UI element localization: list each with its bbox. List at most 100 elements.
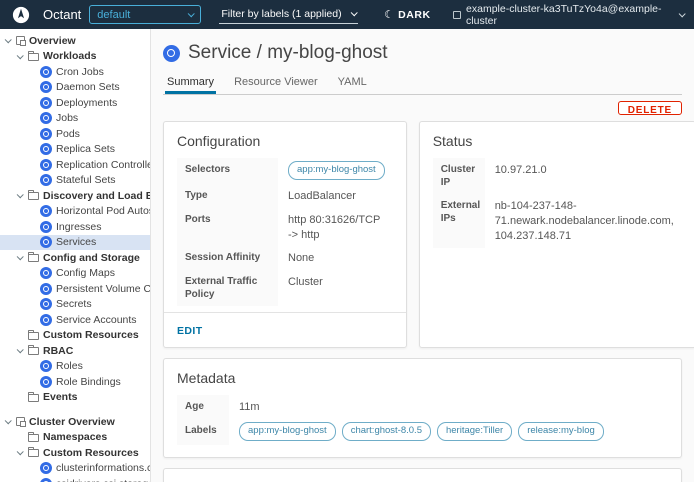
namespace-select[interactable]: default xyxy=(89,5,201,24)
sidebar-item-label: Replication Controllers xyxy=(56,159,150,171)
field-value: Cluster xyxy=(278,270,393,294)
tab-resource-viewer[interactable]: Resource Viewer xyxy=(232,74,320,94)
sidebar-item-service-accounts[interactable]: Service Accounts xyxy=(0,312,150,328)
label-filter-input[interactable]: Filter by labels (1 applied) xyxy=(219,6,358,24)
sidebar-item-roles[interactable]: Roles xyxy=(0,359,150,375)
k8s-resource-icon xyxy=(40,81,52,93)
k8s-resource-icon xyxy=(40,128,52,140)
sidebar-item-role-bindings[interactable]: Role Bindings xyxy=(0,374,150,390)
sidebar-item-stateful-sets[interactable]: Stateful Sets xyxy=(0,173,150,189)
status-card-title: Status xyxy=(420,122,694,158)
sidebar-item-replica-sets[interactable]: Replica Sets xyxy=(0,142,150,158)
sidebar-item-events[interactable]: Events xyxy=(0,390,150,406)
edit-link[interactable]: EDIT xyxy=(177,325,203,337)
k8s-resource-icon xyxy=(40,143,52,155)
status-card: Status Cluster IP10.97.21.0External IPsn… xyxy=(419,121,694,348)
field-label: External IPs xyxy=(433,194,485,248)
main-content: Service / my-blog-ghost SummaryResource … xyxy=(151,29,694,482)
service-resource-icon xyxy=(163,45,180,62)
theme-toggle-button[interactable]: ☾ DARK xyxy=(384,8,430,21)
sidebar-item-custom-resources[interactable]: Custom Resources xyxy=(0,445,150,461)
sidebar-item-csidrivers-csi-storage-k8s-io[interactable]: csidrivers.csi.storage.k8s.io xyxy=(0,476,150,482)
k8s-resource-icon xyxy=(40,283,52,295)
folder-icon xyxy=(28,449,39,457)
namespace-select-value: default xyxy=(97,9,130,21)
sidebar-item-workloads[interactable]: Workloads xyxy=(0,49,150,65)
configuration-kv-table: Selectorsapp:my-blog-ghostTypeLoadBalanc… xyxy=(177,158,393,306)
chevron-down-icon xyxy=(17,52,24,59)
moon-icon: ☾ xyxy=(384,8,394,21)
cluster-context-label: example-cluster-ka3TuTzYo4a@example-clus… xyxy=(466,3,674,27)
sidebar-item-daemon-sets[interactable]: Daemon Sets xyxy=(0,80,150,96)
field-label: Cluster IP xyxy=(433,158,485,194)
sidebar-item-clusterinformations-crd-projec[interactable]: clusterinformations.crd.projec xyxy=(0,461,150,477)
label-chip[interactable]: release:my-blog xyxy=(518,422,604,441)
chevron-down-icon xyxy=(188,10,195,17)
sidebar-item-cluster-overview[interactable]: Cluster Overview xyxy=(0,414,150,430)
sidebar-item-label: Namespaces xyxy=(43,431,107,443)
sidebar-item-ingresses[interactable]: Ingresses xyxy=(0,219,150,235)
label-chip[interactable]: heritage:Tiller xyxy=(437,422,512,441)
sidebar-item-label: Config and Storage xyxy=(43,252,140,264)
field-label: Ports xyxy=(177,208,278,247)
k8s-resource-icon xyxy=(40,66,52,78)
sidebar-item-discovery-and-load-balancing[interactable]: Discovery and Load Balancing xyxy=(0,188,150,204)
folder-icon xyxy=(28,254,39,262)
field-value: app:my-blog-ghost chart:ghost-8.0.5 herita… xyxy=(229,419,668,445)
sidebar-item-pods[interactable]: Pods xyxy=(0,126,150,142)
sidebar-item-label: Services xyxy=(56,236,96,248)
field-value: nb-104-237-148-71.newark.nodebalancer.li… xyxy=(485,194,682,248)
k8s-resource-icon xyxy=(40,97,52,109)
sidebar-item-rbac[interactable]: RBAC xyxy=(0,343,150,359)
label-chip[interactable]: app:my-blog-ghost xyxy=(288,161,385,180)
field-value: http 80:31626/TCP -> http xyxy=(278,208,393,247)
sidebar-item-config-maps[interactable]: Config Maps xyxy=(0,266,150,282)
objects-icon xyxy=(16,36,25,45)
field-label: External Traffic Policy xyxy=(177,270,278,306)
chevron-down-icon xyxy=(17,449,24,456)
sidebar-item-label: Role Bindings xyxy=(56,376,121,388)
folder-icon xyxy=(28,394,39,402)
field-label: Type xyxy=(177,184,278,208)
sidebar-item-label: Discovery and Load Balancing xyxy=(43,190,150,202)
sidebar-item-horizontal-pod-autoscalers[interactable]: Horizontal Pod Autoscalers xyxy=(0,204,150,220)
endpoints-card: Endpoints TargetIPNode Name my-blog-ghos… xyxy=(163,468,682,482)
sidebar-item-deployments[interactable]: Deployments xyxy=(0,95,150,111)
tab-summary[interactable]: Summary xyxy=(165,74,216,94)
cluster-context-select[interactable]: example-cluster-ka3TuTzYo4a@example-clus… xyxy=(453,3,684,27)
folder-icon xyxy=(28,192,39,200)
chevron-down-icon xyxy=(17,254,24,261)
sidebar-item-custom-resources[interactable]: Custom Resources xyxy=(0,328,150,344)
app-title: Octant xyxy=(43,7,81,22)
metadata-card: Metadata Age11mLabelsapp:my-blog-ghostch… xyxy=(163,358,682,458)
sidebar-item-label: Ingresses xyxy=(56,221,102,233)
label-chip[interactable]: chart:ghost-8.0.5 xyxy=(342,422,431,441)
theme-toggle-label: DARK xyxy=(398,9,430,21)
sidebar-item-label: Persistent Volume Claims xyxy=(56,283,150,295)
sidebar-item-services[interactable]: Services xyxy=(0,235,150,251)
tab-yaml[interactable]: YAML xyxy=(336,74,369,94)
sidebar-item-label: Service Accounts xyxy=(56,314,137,326)
app-header: Octant default Filter by labels (1 appli… xyxy=(0,0,694,29)
sidebar-item-persistent-volume-claims[interactable]: Persistent Volume Claims xyxy=(0,281,150,297)
sidebar-item-label: Custom Resources xyxy=(43,447,139,459)
sidebar-item-config-and-storage[interactable]: Config and Storage xyxy=(0,250,150,266)
sidebar-item-label: Stateful Sets xyxy=(56,174,116,186)
k8s-resource-icon xyxy=(40,159,52,171)
sidebar-item-namespaces[interactable]: Namespaces xyxy=(0,430,150,446)
sidebar-item-label: Secrets xyxy=(56,298,92,310)
sidebar-item-cron-jobs[interactable]: Cron Jobs xyxy=(0,64,150,80)
folder-icon xyxy=(28,434,39,442)
sidebar-item-replication-controllers[interactable]: Replication Controllers xyxy=(0,157,150,173)
sidebar-item-jobs[interactable]: Jobs xyxy=(0,111,150,127)
delete-button[interactable]: DELETE xyxy=(618,101,682,115)
sidebar-item-overview[interactable]: Overview xyxy=(0,33,150,49)
label-chip[interactable]: app:my-blog-ghost xyxy=(239,422,336,441)
k8s-resource-icon xyxy=(40,174,52,186)
chevron-down-icon xyxy=(17,347,24,354)
folder-icon xyxy=(28,332,39,340)
objects-icon xyxy=(16,417,25,426)
sidebar-item-secrets[interactable]: Secrets xyxy=(0,297,150,313)
chevron-down-icon xyxy=(351,9,358,16)
sidebar-item-label: Config Maps xyxy=(56,267,115,279)
